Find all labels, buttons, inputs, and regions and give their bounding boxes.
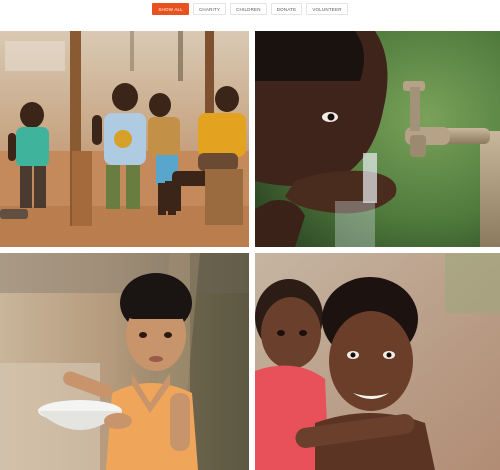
filter-children-button[interactable]: Children xyxy=(230,3,267,15)
gallery-item-children-group[interactable] xyxy=(0,31,249,247)
child-with-bowl-photo xyxy=(0,253,249,470)
portfolio-filter-bar: Show All Charity Children Donate Volunte… xyxy=(0,3,500,17)
portfolio-grid xyxy=(0,31,500,470)
filter-volunteer-button[interactable]: Volunteer xyxy=(306,3,348,15)
two-children-hug-photo xyxy=(255,253,500,470)
gallery-item-child-with-bowl[interactable] xyxy=(0,253,249,470)
filter-donate-button[interactable]: Donate xyxy=(270,3,303,15)
filter-charity-button[interactable]: Charity xyxy=(192,3,227,15)
filter-show-all-button[interactable]: Show All xyxy=(152,3,189,15)
children-group-photo xyxy=(0,31,249,247)
drinking-from-tap-photo xyxy=(255,31,500,247)
gallery-item-two-children[interactable] xyxy=(255,253,500,470)
gallery-item-drinking-water[interactable] xyxy=(255,31,500,247)
